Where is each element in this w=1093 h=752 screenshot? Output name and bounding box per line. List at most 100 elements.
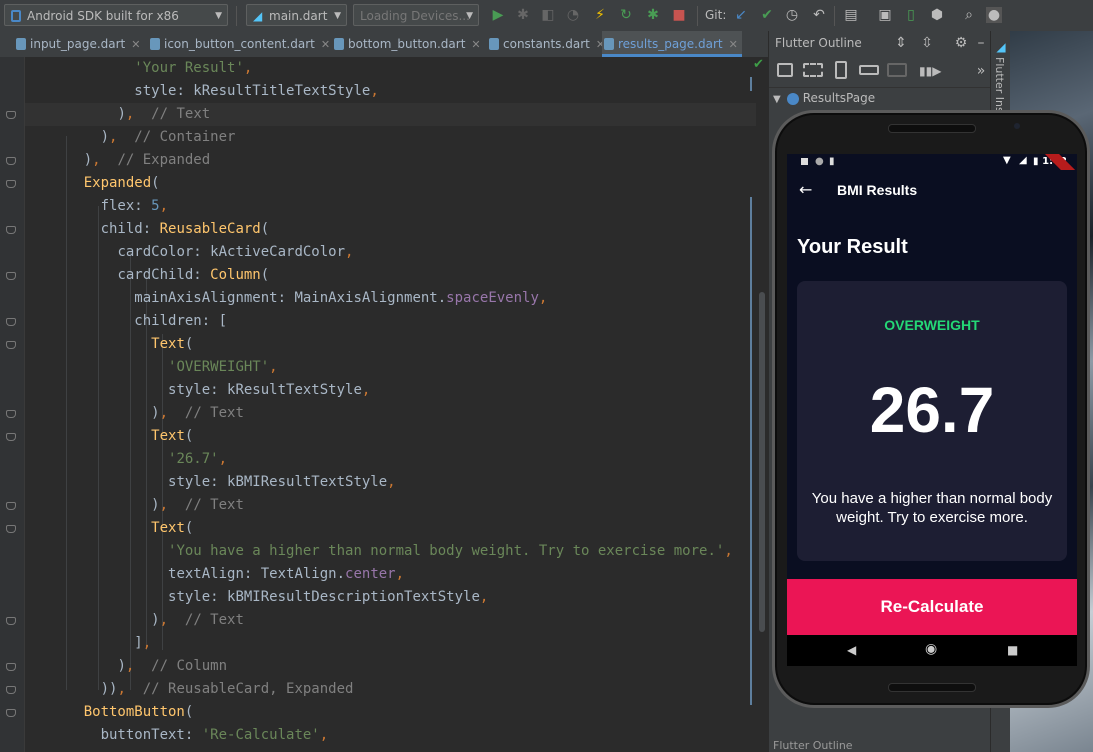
minimize-icon[interactable]: – xyxy=(973,35,989,51)
outline-bottom-tab[interactable]: Flutter Outline xyxy=(769,739,995,752)
git-rollback-icon[interactable]: ↶ xyxy=(811,7,827,23)
fold-marker-icon[interactable] xyxy=(6,180,16,188)
close-icon[interactable]: ✕ xyxy=(321,38,330,51)
devices-selector[interactable]: Loading Devices... ▼ xyxy=(353,4,479,26)
fold-marker-icon[interactable] xyxy=(6,502,16,510)
wrap-stack-icon[interactable] xyxy=(887,63,907,77)
code-line[interactable]: Text( xyxy=(50,333,193,356)
code-line[interactable]: ), // Text xyxy=(50,494,244,517)
code-line[interactable]: mainAxisAlignment: MainAxisAlignment.spa… xyxy=(50,287,547,310)
fold-marker-icon[interactable] xyxy=(6,341,16,349)
code-line[interactable]: ), // Expanded xyxy=(50,149,210,172)
code-line[interactable]: children: [ xyxy=(50,310,227,333)
recalculate-button[interactable]: Re-Calculate xyxy=(787,579,1077,635)
fold-marker-icon[interactable] xyxy=(6,111,16,119)
code-line[interactable]: 'Your Result', xyxy=(50,57,252,80)
fold-marker-icon[interactable] xyxy=(6,686,16,694)
fold-marker-icon[interactable] xyxy=(6,318,16,326)
code-line[interactable]: ), // Text xyxy=(50,103,210,126)
back-arrow-icon[interactable]: ← xyxy=(799,180,812,199)
tab-results-page[interactable]: results_page.dart ✕ xyxy=(602,31,742,57)
outline-root-label[interactable]: ResultsPage xyxy=(803,91,875,105)
extract-widget-icon[interactable]: ▮▮▶ xyxy=(919,63,941,79)
code-line[interactable]: style: kResultTextStyle, xyxy=(50,379,370,402)
code-line[interactable]: cardColor: kActiveCardColor, xyxy=(50,241,353,264)
more-icon[interactable]: » xyxy=(973,63,989,79)
wrap-row-icon[interactable] xyxy=(859,65,879,75)
run-icon[interactable]: ▶ xyxy=(490,7,506,23)
device-selector[interactable]: Android SDK built for x86 (mobile) ▼ xyxy=(4,4,228,45)
nav-recents-icon[interactable]: ■ xyxy=(1007,643,1018,657)
code-line[interactable]: ), // Container xyxy=(50,126,236,149)
fold-marker-icon[interactable] xyxy=(6,157,16,165)
code-line[interactable]: ], xyxy=(50,632,151,655)
gear-icon[interactable]: ⚙ xyxy=(953,35,969,51)
flutter-inspector-tab[interactable]: Flutter Ins xyxy=(993,57,1006,113)
code-line[interactable]: ), // Column xyxy=(50,655,227,678)
code-line[interactable]: style: kResultTitleTextStyle, xyxy=(50,80,378,103)
device-manager-icon[interactable]: ▯ xyxy=(903,7,919,23)
tab-input-page[interactable]: input_page.dart ✕ xyxy=(14,31,142,57)
code-line[interactable]: Text( xyxy=(50,425,193,448)
profile-icon[interactable]: ◔ xyxy=(565,7,581,23)
run-with-coverage-icon[interactable]: ◧ xyxy=(540,7,556,23)
hot-restart-icon[interactable]: ↻ xyxy=(618,7,634,23)
code-line[interactable]: Expanded( xyxy=(50,172,160,195)
code-line[interactable]: BottomButton( xyxy=(50,701,194,724)
fold-marker-icon[interactable] xyxy=(6,410,16,418)
flutter-icon[interactable]: ◢ xyxy=(993,39,1009,55)
project-structure-icon[interactable]: ▤ xyxy=(843,7,859,23)
stop-icon[interactable]: ■ xyxy=(671,7,687,23)
attach-debugger-icon[interactable]: ✱ xyxy=(645,7,661,23)
run-config-selector[interactable]: ◢ main.dart ▼ xyxy=(246,4,347,26)
fold-marker-icon[interactable] xyxy=(6,226,16,234)
git-update-icon[interactable]: ↙ xyxy=(733,7,749,23)
close-icon[interactable]: ✕ xyxy=(131,38,140,51)
code-line[interactable]: buttonText: 'Re-Calculate', xyxy=(50,724,329,747)
code-line[interactable]: 'You have a higher than normal body weig… xyxy=(50,540,733,563)
code-line[interactable]: cardChild: Column( xyxy=(50,264,269,287)
terminal-icon[interactable]: ▣ xyxy=(877,7,893,23)
fold-marker-icon[interactable] xyxy=(6,663,16,671)
wrap-padding-icon[interactable] xyxy=(803,63,823,77)
git-history-icon[interactable]: ◷ xyxy=(784,7,800,23)
fold-marker-icon[interactable] xyxy=(6,617,16,625)
code-editor[interactable]: 'Your Result', style: kResultTitleTextSt… xyxy=(0,57,768,752)
debug-icon[interactable]: ✱ xyxy=(515,7,531,23)
tab-bottom-button[interactable]: bottom_button.dart ✕ xyxy=(332,31,481,57)
fold-marker-icon[interactable] xyxy=(6,272,16,280)
hot-reload-icon[interactable]: ⚡ xyxy=(592,7,608,23)
search-icon[interactable]: ⌕ xyxy=(961,7,977,23)
nav-back-icon[interactable]: ◀ xyxy=(847,643,856,657)
expand-all-icon[interactable]: ⇕ xyxy=(893,35,909,51)
tab-icon-button-content[interactable]: icon_button_content.dart ✕ xyxy=(148,31,330,57)
code-line[interactable]: Text( xyxy=(50,517,193,540)
code-line[interactable]: ), // Text xyxy=(50,402,244,425)
tab-constants[interactable]: constants.dart ✕ xyxy=(487,31,605,57)
code-line[interactable]: textAlign: TextAlign.center, xyxy=(50,563,404,586)
account-icon[interactable]: ● xyxy=(986,7,1002,23)
editor-scrollbar[interactable] xyxy=(756,57,768,752)
close-icon[interactable]: ✕ xyxy=(729,38,738,51)
code-line[interactable]: 'OVERWEIGHT', xyxy=(50,356,278,379)
fold-marker-icon[interactable] xyxy=(6,525,16,533)
collapse-all-icon[interactable]: ⇳ xyxy=(919,35,935,51)
code-line[interactable]: style: kBMIResultTextStyle, xyxy=(50,471,396,494)
code-line[interactable]: )), // ReusableCard, Expanded xyxy=(50,678,354,701)
code-line[interactable]: style: kBMIResultDescriptionTextStyle, xyxy=(50,586,488,609)
code-line[interactable]: '26.7', xyxy=(50,448,227,471)
emulator-screen[interactable]: ● ▮ ▼ ◢ ▮ 1:42 ← BMI Results Your Result… xyxy=(787,154,1077,666)
tree-expand-icon[interactable]: ▼ xyxy=(773,94,781,105)
code-line[interactable]: flex: 5, xyxy=(50,195,168,218)
close-icon[interactable]: ✕ xyxy=(471,38,480,51)
sdk-manager-icon[interactable]: ⬢ xyxy=(929,7,945,23)
nav-home-icon[interactable]: ◉ xyxy=(925,641,937,657)
scrollbar-thumb[interactable] xyxy=(759,292,765,632)
code-line[interactable]: child: ReusableCard( xyxy=(50,218,270,241)
fold-marker-icon[interactable] xyxy=(6,709,16,717)
fold-marker-icon[interactable] xyxy=(6,433,16,441)
wrap-column-icon[interactable] xyxy=(835,61,847,79)
wrap-center-icon[interactable] xyxy=(777,63,793,77)
code-line[interactable]: ), // Text xyxy=(50,609,244,632)
git-commit-icon[interactable]: ✔ xyxy=(759,7,775,23)
